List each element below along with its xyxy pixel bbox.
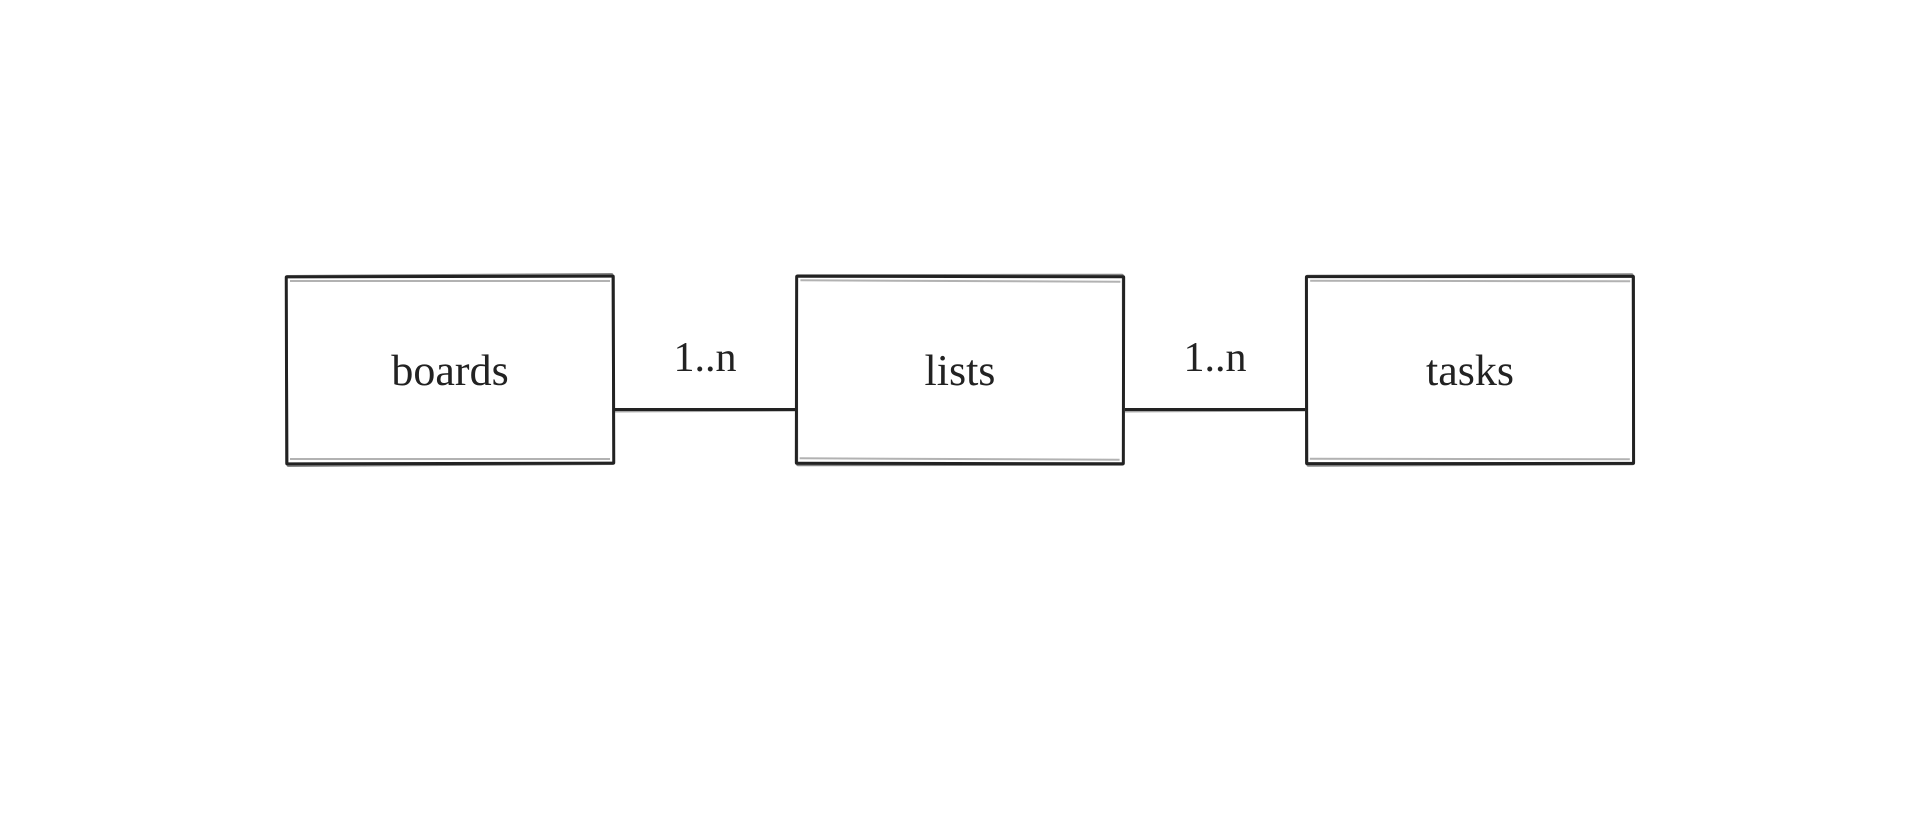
entity-lists-label: lists xyxy=(924,344,995,395)
relation-boards-lists-line xyxy=(615,408,795,411)
relation-lists-tasks-line xyxy=(1125,408,1305,411)
relation-lists-tasks-label: 1..n xyxy=(1184,334,1247,382)
entity-lists: lists xyxy=(795,275,1125,466)
entity-boards-label: boards xyxy=(391,344,508,395)
relation-boards-lists: 1..n xyxy=(615,340,795,401)
entity-relationship-diagram: boards 1..n lists 1..n tasks xyxy=(0,260,1920,480)
relation-lists-tasks: 1..n xyxy=(1125,340,1305,401)
entity-tasks: tasks xyxy=(1305,275,1635,465)
relation-boards-lists-label: 1..n xyxy=(674,334,737,382)
entity-tasks-label: tasks xyxy=(1426,344,1514,395)
entity-boards: boards xyxy=(285,275,615,466)
